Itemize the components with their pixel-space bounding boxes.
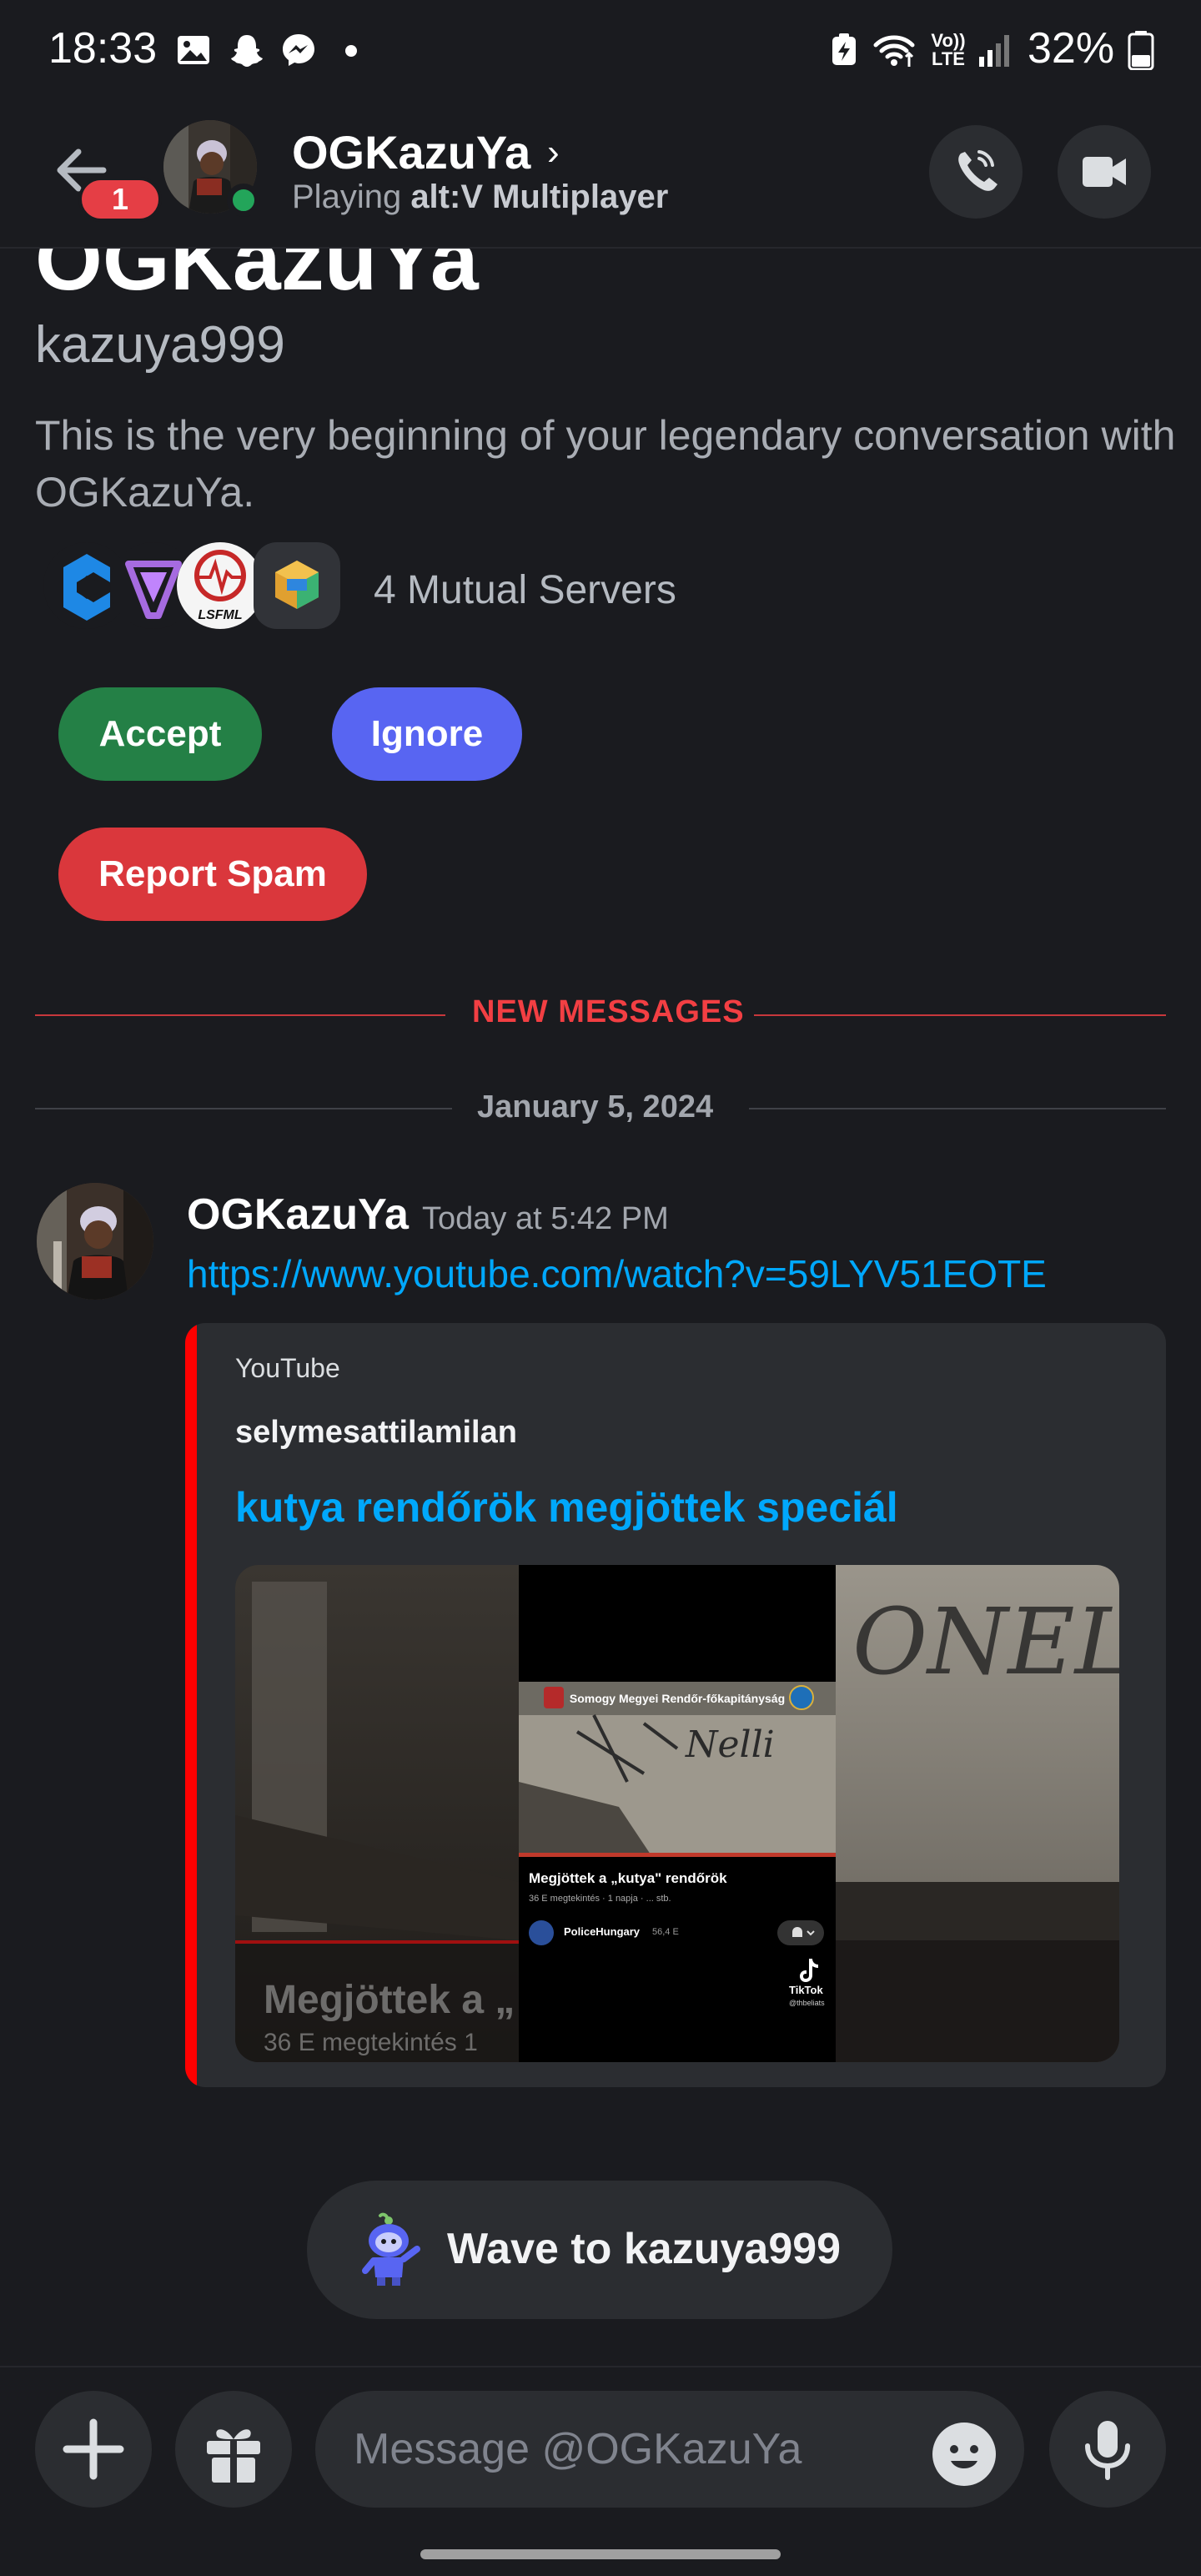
thumbnail-big-meta: 36 E megtekintés 1 xyxy=(264,2029,478,2056)
online-status-indicator xyxy=(227,184,260,217)
snapchat-notification-icon xyxy=(231,35,263,67)
intro-description: This is the very beginning of your legen… xyxy=(35,412,1176,516)
tiktok-video-still: Nelli Somogy Megyei Rendőr-főkapitányság xyxy=(519,1682,836,1857)
phone-call-icon xyxy=(958,150,997,191)
server-icon-lsfml-text: LSFML xyxy=(198,608,242,622)
wave-button[interactable]: Wave to kazuya999 xyxy=(307,2181,892,2319)
ignore-button[interactable]: Ignore xyxy=(332,687,522,781)
tiktok-channel-name: PoliceHungary xyxy=(564,1925,641,1938)
header-username[interactable]: OGKazuYa xyxy=(292,125,530,179)
wave-button-label: Wave to kazuya999 xyxy=(447,2225,842,2273)
activity-game: alt:V Multiplayer xyxy=(410,179,669,215)
mutual-servers-label[interactable]: 4 Mutual Servers xyxy=(374,567,676,613)
embed-accent-bar xyxy=(185,1323,197,2087)
intro-username: kazuya999 xyxy=(35,316,285,374)
message-input[interactable] xyxy=(315,2391,1024,2508)
embed-author[interactable]: selymesattilamilan xyxy=(235,1415,517,1451)
status-bar: 18:33 Vo)) LTE 32% xyxy=(0,0,1201,100)
voice-call-button[interactable] xyxy=(929,125,1023,219)
video-call-button[interactable] xyxy=(1058,125,1151,219)
battery-percent: 32% xyxy=(1028,24,1115,73)
intro-display-name: OGKazuYa xyxy=(35,249,479,302)
report-spam-button[interactable]: Report Spam xyxy=(58,828,367,921)
battery-icon xyxy=(1128,31,1154,70)
county-crest-icon xyxy=(544,1687,564,1708)
tiktok-meta: 36 E megtekintés · 1 napja · ... stb. xyxy=(529,1894,671,1904)
message-author[interactable]: OGKazuYa xyxy=(187,1190,409,1240)
accept-button[interactable]: Accept xyxy=(58,687,262,781)
tiktok-channel-subs: 56,4 E xyxy=(652,1927,679,1937)
tiktok-channel-avatar xyxy=(529,1920,554,1945)
server-icon-4[interactable] xyxy=(254,542,340,629)
embed-provider[interactable]: YouTube xyxy=(235,1353,340,1384)
date-divider-right xyxy=(749,1108,1166,1109)
thumbnail-big-caption: Megjöttek a „ xyxy=(264,1978,515,2022)
attach-plus-button[interactable] xyxy=(35,2391,152,2508)
tiktok-label: TikTok xyxy=(789,1984,823,1996)
gift-icon xyxy=(207,2429,260,2483)
header-chevron-right-icon[interactable]: › xyxy=(547,132,560,174)
intro-name-clip: OGKazuYa xyxy=(0,249,1201,302)
wifi-icon xyxy=(873,35,915,67)
messenger-notification-icon xyxy=(283,34,314,66)
new-messages-divider-right xyxy=(754,1014,1166,1016)
new-messages-divider-left xyxy=(35,1014,445,1016)
message-link[interactable]: https://www.youtube.com/watch?v=59LYV51E… xyxy=(187,1251,1047,1296)
home-indicator[interactable] xyxy=(420,2549,781,2559)
cellular-signal-icon xyxy=(979,35,1009,67)
svg-text:ONELLi: ONELLi xyxy=(852,1588,1119,1695)
date-divider-label: January 5, 2024 xyxy=(477,1089,714,1124)
police-badge-icon xyxy=(789,1685,814,1710)
volte-label: Vo)) LTE xyxy=(931,30,966,69)
youtube-embed: YouTube selymesattilamilan kutya rendőrö… xyxy=(185,1323,1166,2087)
tiktok-header-text: Somogy Megyei Rendőr-főkapitányság xyxy=(519,1682,836,1715)
tiktok-logo-icon xyxy=(800,1959,818,1982)
voice-message-button[interactable] xyxy=(1049,2391,1166,2508)
message-avatar[interactable] xyxy=(37,1183,153,1300)
svg-text:Nelli: Nelli xyxy=(685,1723,775,1766)
activity-prefix: Playing xyxy=(292,179,411,215)
new-messages-label: NEW MESSAGES xyxy=(472,994,745,1029)
message-timestamp: Today at 5:42 PM xyxy=(422,1201,669,1236)
unread-badge: 1 xyxy=(78,177,162,222)
status-time: 18:33 xyxy=(48,24,158,73)
microphone-icon xyxy=(1085,2421,1130,2480)
plus-icon xyxy=(63,2418,124,2480)
gallery-notification-icon xyxy=(178,36,209,64)
server-icon-3[interactable]: LSFML xyxy=(177,542,264,629)
battery-saver-icon xyxy=(832,33,856,65)
tiktok-frame: Nelli Somogy Megyei Rendőr-főkapitányság… xyxy=(519,1565,836,2062)
header-activity-status: Playing alt:V Multiplayer xyxy=(292,179,668,216)
bell-icon xyxy=(792,1927,815,1937)
video-camera-icon xyxy=(1083,157,1126,187)
tiktok-caption: Megjöttek a „kutya" rendőrök xyxy=(529,1870,727,1886)
embed-title[interactable]: kutya rendőrök megjöttek speciál xyxy=(235,1483,898,1532)
chat-header: 1 OGKazuYa › Playing alt:V Multiplayer xyxy=(0,100,1201,249)
gift-button[interactable] xyxy=(175,2391,292,2508)
date-divider-left xyxy=(35,1108,452,1109)
tiktok-bell-button xyxy=(777,1920,824,1945)
wumpus-wave-icon xyxy=(362,2212,420,2286)
notification-dot xyxy=(345,45,357,57)
tiktok-handle: @thbeliats xyxy=(789,1999,825,2007)
emoji-icon[interactable] xyxy=(931,2421,997,2488)
embed-video-thumbnail[interactable]: ONELLi Megjöttek a „ 36 E megtekintés 1 … xyxy=(235,1565,1119,2062)
